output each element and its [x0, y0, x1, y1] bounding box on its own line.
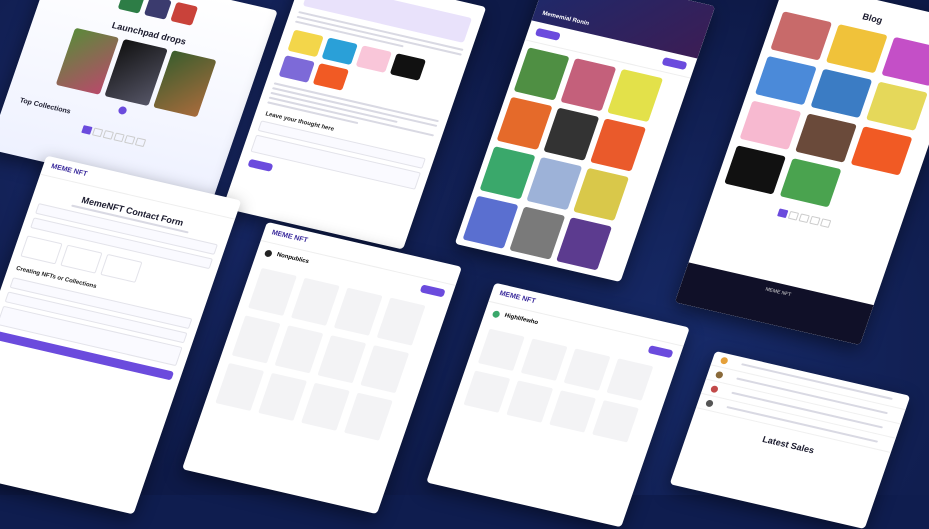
nft-card[interactable]	[333, 287, 383, 336]
nft-card[interactable]	[606, 358, 654, 401]
nft-card[interactable]	[274, 325, 324, 374]
nft-card[interactable]	[526, 157, 583, 211]
nft-card[interactable]	[543, 107, 600, 161]
blog-post-card[interactable]	[754, 55, 817, 106]
logo[interactable]: MEME NFT	[50, 163, 88, 178]
blog-post-card[interactable]	[779, 158, 842, 208]
nft-card[interactable]	[496, 96, 553, 150]
nft-card[interactable]	[463, 370, 511, 413]
blog-post-card[interactable]	[739, 100, 802, 150]
collection-name: Nonpublics	[275, 252, 310, 266]
blog-post-card[interactable]	[825, 24, 888, 74]
profile-name: Highlifewho	[503, 312, 539, 327]
nft-card[interactable]	[479, 146, 536, 200]
nft-card[interactable]	[376, 297, 426, 346]
nft-card[interactable]	[231, 315, 281, 364]
topic-option[interactable]	[100, 253, 143, 283]
footer-logo: MEME NFT	[764, 286, 792, 299]
nft-card[interactable]	[560, 58, 617, 112]
nft-card[interactable]	[520, 338, 568, 381]
nft-card[interactable]	[360, 345, 410, 394]
logo[interactable]: MEME NFT	[498, 290, 536, 305]
carousel-next-button[interactable]	[117, 105, 128, 116]
nft-card[interactable]	[590, 118, 647, 172]
nft-card[interactable]	[509, 206, 566, 260]
nft-card[interactable]	[506, 380, 554, 423]
blog-post-card[interactable]	[724, 145, 786, 195]
nft-card[interactable]	[563, 348, 611, 391]
nft-card[interactable]	[317, 335, 367, 384]
collection-avatar	[263, 248, 274, 258]
blog-post-card[interactable]	[881, 36, 929, 87]
filter-button[interactable]	[534, 27, 561, 41]
nft-card[interactable]	[513, 47, 570, 101]
logo[interactable]: MEME NFT	[271, 229, 309, 244]
blog-post-card[interactable]	[866, 81, 928, 131]
nft-card[interactable]	[343, 392, 393, 441]
nft-card[interactable]	[290, 277, 340, 326]
nft-card[interactable]	[592, 400, 639, 443]
nft-card[interactable]	[258, 372, 308, 421]
nft-card[interactable]	[607, 68, 664, 123]
nft-card[interactable]	[215, 362, 265, 411]
blog-post-card[interactable]	[795, 113, 857, 163]
nft-card[interactable]	[248, 267, 297, 316]
blog-post-card[interactable]	[850, 126, 913, 176]
blog-post-card[interactable]	[770, 11, 833, 61]
follow-button[interactable]	[419, 284, 446, 298]
nft-card[interactable]	[573, 167, 630, 221]
topic-option[interactable]	[60, 244, 103, 274]
blog-post-card[interactable]	[810, 68, 873, 119]
profile-avatar	[491, 309, 501, 318]
nft-card[interactable]	[301, 382, 350, 431]
nft-card[interactable]	[477, 328, 525, 371]
topic-option[interactable]	[20, 235, 63, 265]
nft-card[interactable]	[462, 195, 519, 249]
nft-card[interactable]	[556, 217, 613, 271]
submit-comment-button[interactable]	[247, 158, 274, 172]
nft-card[interactable]	[549, 390, 597, 433]
sort-button[interactable]	[661, 57, 688, 71]
edit-profile-button[interactable]	[647, 345, 674, 359]
